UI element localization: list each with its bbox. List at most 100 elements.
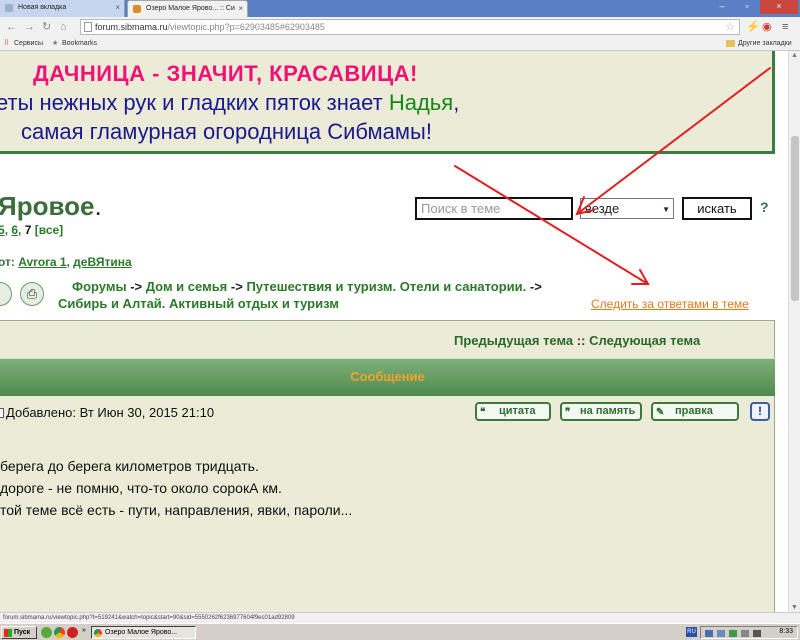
page-scrollbar[interactable]: ▲ ▼ — [788, 51, 800, 612]
search-input[interactable]: Поиск в теме — [415, 197, 573, 220]
url-path: /viewtopic.php?p=62903485#62903485 — [167, 22, 325, 32]
reload-icon[interactable]: ↻ — [42, 19, 51, 35]
tray-app-icon[interactable] — [753, 630, 761, 637]
page-link-5[interactable]: 5 — [0, 223, 5, 237]
extension-icon[interactable]: ⚡ — [746, 19, 760, 35]
browser-tab-bar: Новая вкладка × Озеро Малое Ярово... :: … — [0, 0, 800, 17]
tab-title: Озеро Малое Ярово... :: Си — [146, 5, 235, 12]
tray-network-icon[interactable] — [705, 630, 713, 637]
moderator-link[interactable]: Avrora 1 — [18, 255, 66, 269]
report-button[interactable]: ! — [750, 402, 770, 421]
breadcrumb-sep: -> — [529, 279, 542, 294]
search-help-link[interactable]: ? — [760, 199, 769, 215]
scrollbar-thumb[interactable] — [791, 136, 799, 301]
sibmama-favicon-icon — [133, 5, 141, 13]
reply-icon[interactable] — [0, 282, 12, 306]
message-header-title: Сообщение — [350, 369, 425, 384]
quicklaunch-opera-icon[interactable] — [67, 627, 78, 638]
prev-topic-link[interactable]: Предыдущая тема — [454, 333, 573, 348]
search-button[interactable]: искать — [682, 197, 752, 220]
tab-title: Новая вкладка — [18, 4, 67, 11]
quicklaunch-utorrent-icon[interactable] — [41, 627, 52, 638]
search-scope-select[interactable]: везде ▼ — [580, 198, 674, 219]
new-tab-icon — [5, 4, 13, 12]
quicklaunch-more-icon[interactable]: » — [82, 627, 86, 634]
edit-button[interactable]: ✎ правка — [651, 402, 739, 421]
page-link-all[interactable]: [все] — [35, 223, 63, 237]
tray-app-icon[interactable] — [729, 630, 737, 637]
page-link-6[interactable]: 6 — [11, 223, 18, 237]
bookmark-bookmarks[interactable]: Bookmarks — [62, 37, 97, 50]
bookmarks-bar: ⠿ Сервисы ★ Bookmarks Другие закладки — [0, 37, 800, 51]
topic-title-text[interactable]: Яровое — [0, 191, 94, 221]
apps-icon[interactable]: ⠿ — [4, 37, 9, 50]
memo-icon: ❞ — [565, 407, 571, 418]
pagination: 5, 6, 7 [все] — [0, 223, 64, 237]
breadcrumb: Форумы -> Дом и семья -> Путешествия и т… — [58, 278, 558, 312]
quicklaunch-chrome-icon[interactable] — [54, 627, 65, 638]
next-topic-link[interactable]: Следующая тема — [589, 333, 700, 348]
breadcrumb-forums[interactable]: Форумы — [72, 279, 127, 294]
bookmark-apps[interactable]: Сервисы — [14, 37, 43, 50]
post-line: берега до берега километров тридцать. — [0, 458, 259, 474]
star-icon: ★ — [52, 40, 59, 47]
printer-icon[interactable]: ⎙ — [20, 282, 44, 306]
scroll-down-icon[interactable]: ▼ — [791, 604, 798, 611]
start-button[interactable]: Пуск — [1, 626, 37, 639]
window-close-icon[interactable]: × — [760, 0, 798, 14]
browser-toolbar: ← → ↻ ⌂ forum.sibmama.ru/viewtopic.php?p… — [0, 17, 800, 37]
quote-button[interactable]: ❝ цитата — [475, 402, 551, 421]
url-host: forum.sibmama.ru — [95, 22, 168, 32]
moderators: от: Avrora 1, деВЯтина — [0, 255, 132, 269]
language-indicator[interactable]: RU — [686, 627, 697, 637]
follow-topic-link[interactable]: Следить за ответами в теме — [591, 297, 749, 311]
back-icon[interactable]: ← — [6, 19, 17, 35]
bookmark-other[interactable]: Другие закладки — [738, 37, 792, 50]
chevron-down-icon: ▼ — [662, 205, 670, 214]
tab-new[interactable]: Новая вкладка × — [0, 0, 125, 17]
forum-banner: ДАЧНИЦА - ЗНАЧИТ, КРАСАВИЦА! еты нежных … — [0, 51, 775, 154]
chrome-icon — [94, 629, 102, 637]
breadcrumb-siberia[interactable]: Сибирь и Алтай. Активный отдых и туризм — [58, 296, 339, 311]
post-date-text: Добавлено: Вт Июн 30, 2015 21:10 — [6, 405, 215, 420]
taskbar-item-chrome[interactable]: Озеро Малое Ярово... — [91, 626, 196, 639]
banner-comma: , — [453, 90, 460, 115]
banner-line2: еты нежных рук и гладких пяток знает Над… — [0, 90, 459, 116]
menu-icon[interactable]: ≡ — [782, 19, 788, 35]
edit-button-label: правка — [675, 405, 713, 417]
post-icon[interactable] — [0, 408, 4, 418]
close-icon[interactable]: × — [238, 1, 243, 16]
home-icon[interactable]: ⌂ — [60, 19, 67, 35]
breadcrumb-sep: -> — [230, 279, 243, 294]
taskbar: Пуск » Озеро Малое Ярово... RU 8:33 — [0, 623, 800, 640]
banner-name: Надья — [388, 90, 454, 115]
moderator-link[interactable]: деВЯтина — [73, 255, 131, 269]
extension-opera-icon[interactable]: ◉ — [762, 19, 772, 35]
close-icon[interactable]: × — [115, 0, 120, 15]
post-date: Добавлено: Вт Июн 30, 2015 21:10 — [0, 405, 214, 420]
tab-active[interactable]: Озеро Малое Ярово... :: Си × — [127, 0, 248, 17]
quote-icon: ❝ — [480, 407, 486, 418]
topic-navigation: Предыдущая тема :: Следующая тема — [454, 333, 700, 348]
arrow-to-follow-link-head — [631, 269, 650, 285]
edit-icon: ✎ — [656, 407, 665, 418]
memo-button[interactable]: ❞ на память — [560, 402, 642, 421]
breadcrumb-travel[interactable]: Путешествия и туризм. Отели и санатории. — [246, 279, 526, 294]
tray-app-icon[interactable] — [741, 630, 749, 637]
maximize-icon[interactable]: ▫ — [735, 0, 759, 14]
breadcrumb-home-family[interactable]: Дом и семья — [146, 279, 228, 294]
quote-button-label: цитата — [499, 405, 536, 417]
scroll-up-icon[interactable]: ▲ — [791, 52, 798, 59]
bookmark-star-icon[interactable]: ☆ — [725, 20, 735, 34]
windows-logo-icon — [4, 629, 12, 637]
folder-icon — [726, 40, 735, 47]
system-tray: 8:33 — [700, 626, 798, 639]
forward-icon[interactable]: → — [24, 19, 35, 35]
address-bar[interactable]: forum.sibmama.ru/viewtopic.php?p=6290348… — [80, 19, 740, 35]
clock[interactable]: 8:33 — [779, 628, 793, 635]
minimize-icon[interactable]: – — [710, 0, 734, 14]
tray-volume-icon[interactable] — [717, 630, 725, 637]
start-label: Пуск — [14, 629, 31, 636]
arrow-to-follow-link — [454, 165, 649, 285]
topic-title[interactable]: Яровое. — [0, 191, 102, 222]
